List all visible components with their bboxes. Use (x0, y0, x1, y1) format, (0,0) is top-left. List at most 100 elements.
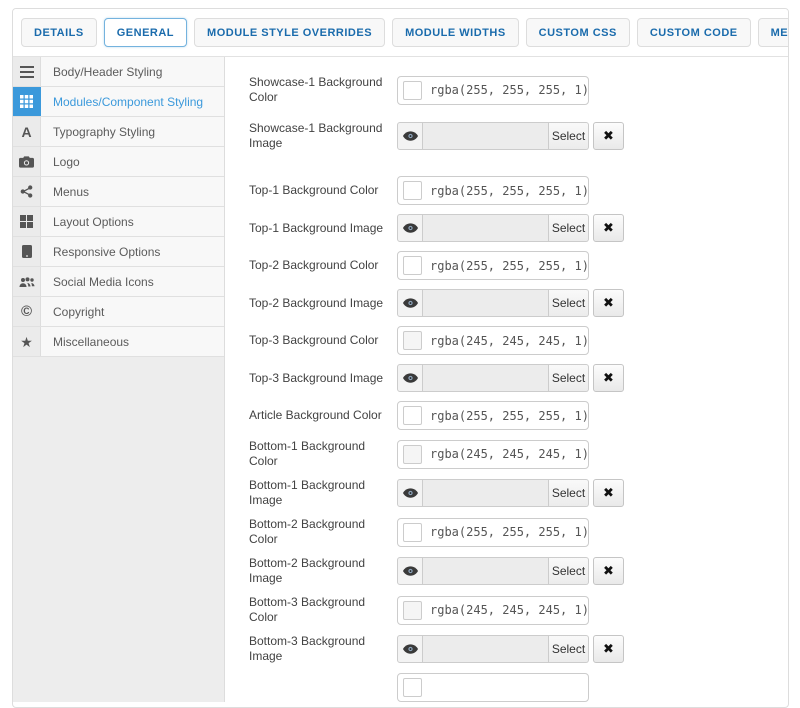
select-image-button[interactable]: Select (549, 289, 589, 317)
image-path-field[interactable] (423, 635, 549, 663)
image-path-field[interactable] (423, 122, 549, 150)
sidebar-item-typography-styling[interactable]: ATypography Styling (13, 117, 224, 147)
image-path-field[interactable] (423, 557, 549, 585)
image-input-group: Select✖ (397, 557, 624, 585)
eye-icon[interactable] (397, 557, 423, 585)
color-value: rgba(245, 245, 245, 1) (430, 603, 589, 617)
setting-row-bottom-3-background-color: Bottom-3 Background Colorrgba(245, 245, … (249, 595, 770, 625)
sidebar-item-label: Layout Options (41, 207, 224, 236)
sidebar-item-copyright[interactable]: ©Copyright (13, 297, 224, 327)
select-image-button[interactable]: Select (549, 122, 589, 150)
select-image-button[interactable]: Select (549, 479, 589, 507)
sidebar-item-label: Modules/Component Styling (41, 87, 224, 116)
field-label: Top-3 Background Image (249, 371, 397, 386)
sidebar-item-miscellaneous[interactable]: ★Miscellaneous (13, 327, 224, 357)
setting-row-top-1-background-color: Top-1 Background Colorrgba(255, 255, 255… (249, 176, 770, 205)
eye-icon[interactable] (397, 214, 423, 242)
color-input[interactable]: rgba(255, 255, 255, 1) (397, 176, 589, 205)
setting-row-article-background-color: Article Background Colorrgba(255, 255, 2… (249, 401, 770, 430)
select-image-button[interactable]: Select (549, 364, 589, 392)
field-label: Top-2 Background Image (249, 296, 397, 311)
tab-custom-css[interactable]: CUSTOM CSS (526, 18, 630, 47)
tab-general[interactable]: GENERAL (104, 18, 187, 47)
field-label: Top-3 Background Color (249, 333, 397, 348)
setting-row-bottom-2-background-image: Bottom-2 Background ImageSelect✖ (249, 556, 770, 586)
eye-icon[interactable] (397, 289, 423, 317)
color-swatch (403, 181, 422, 200)
sidebar-item-menus[interactable]: Menus (13, 177, 224, 207)
tab-custom-code[interactable]: CUSTOM CODE (637, 18, 751, 47)
clear-icon[interactable]: ✖ (593, 289, 624, 317)
select-image-button[interactable]: Select (549, 635, 589, 663)
setting-row-showcase-1-background-image: Showcase-1 Background ImageSelect✖ (249, 121, 770, 151)
image-input-group: Select✖ (397, 635, 624, 663)
setting-row-bottom-2-background-color: Bottom-2 Background Colorrgba(255, 255, … (249, 517, 770, 547)
sidebar-item-responsive-options[interactable]: Responsive Options (13, 237, 224, 267)
template-options-panel: DETAILSGENERALMODULE STYLE OVERRIDESMODU… (12, 8, 789, 708)
field-label: Top-1 Background Image (249, 221, 397, 236)
sidebar-item-layout-options[interactable]: Layout Options (13, 207, 224, 237)
sidebar-item-label: Responsive Options (41, 237, 224, 266)
star-icon: ★ (13, 327, 41, 356)
sidebar-item-body-header-styling[interactable]: Body/Header Styling (13, 57, 224, 87)
sidebar-item-label: Social Media Icons (41, 267, 224, 296)
field-label: Top-2 Background Color (249, 258, 397, 273)
sidebar-item-label: Menus (41, 177, 224, 206)
sidebar-item-logo[interactable]: Logo (13, 147, 224, 177)
setting-row-top-3-background-color: Top-3 Background Color rgba(245, 245, 245… (249, 326, 770, 355)
select-image-button[interactable]: Select (549, 214, 589, 242)
eye-icon[interactable] (397, 364, 423, 392)
color-input[interactable]: rgba(255, 255, 255, 1) (397, 251, 589, 280)
clear-icon[interactable]: ✖ (593, 214, 624, 242)
image-input-group: Select✖ (397, 364, 624, 392)
image-input-group: Select✖ (397, 122, 624, 150)
color-swatch (403, 601, 422, 620)
clear-icon[interactable]: ✖ (593, 557, 624, 585)
clear-icon[interactable]: ✖ (593, 364, 624, 392)
field-label: Top-1 Background Color (249, 183, 397, 198)
th-large-icon (13, 207, 41, 236)
color-input[interactable]: rgba(245, 245, 245, 1) (397, 326, 589, 355)
settings-sidebar: Body/Header StylingModules/Component Sty… (13, 57, 225, 702)
tab-module-widths[interactable]: MODULE WIDTHS (392, 18, 519, 47)
tab-bar: DETAILSGENERALMODULE STYLE OVERRIDESMODU… (13, 9, 788, 57)
color-swatch (403, 445, 422, 464)
setting-row (249, 673, 770, 702)
eye-icon[interactable] (397, 635, 423, 663)
eye-icon[interactable] (397, 122, 423, 150)
color-swatch (403, 406, 422, 425)
sidebar-item-social-media-icons[interactable]: Social Media Icons (13, 267, 224, 297)
color-input[interactable]: rgba(245, 245, 245, 1) (397, 440, 589, 469)
sidebar-item-modules-component-styling[interactable]: Modules/Component Styling (13, 87, 224, 117)
clear-icon[interactable]: ✖ (593, 479, 624, 507)
color-input[interactable]: rgba(255, 255, 255, 1) (397, 518, 589, 547)
image-path-field[interactable] (423, 214, 549, 242)
color-input[interactable]: rgba(255, 255, 255, 1) (397, 76, 589, 105)
color-input[interactable] (397, 673, 589, 702)
color-value: rgba(245, 245, 245, 1) (430, 334, 589, 348)
image-path-field[interactable] (423, 479, 549, 507)
image-path-field[interactable] (423, 289, 549, 317)
typography-icon: A (13, 117, 41, 146)
clear-icon[interactable]: ✖ (593, 122, 624, 150)
color-input[interactable]: rgba(255, 255, 255, 1) (397, 401, 589, 430)
eye-icon[interactable] (397, 479, 423, 507)
color-input[interactable]: rgba(245, 245, 245, 1) (397, 596, 589, 625)
tab-details[interactable]: DETAILS (21, 18, 97, 47)
setting-row-top-1-background-image: Top-1 Background Image Select✖ (249, 214, 770, 242)
grid-icon (13, 87, 41, 116)
color-value: rgba(255, 255, 255, 1) (430, 409, 589, 423)
field-label: Bottom-3 Background Image (249, 634, 397, 664)
field-label: Showcase-1 Background Image (249, 121, 397, 151)
color-swatch (403, 81, 422, 100)
image-path-field[interactable] (423, 364, 549, 392)
color-swatch (403, 256, 422, 275)
tab-module-style-overrides[interactable]: MODULE STYLE OVERRIDES (194, 18, 385, 47)
color-value: rgba(245, 245, 245, 1) (430, 447, 589, 461)
tab-menu-assignment[interactable]: MENU ASSIGNMENT (758, 18, 789, 47)
bars-icon (13, 57, 41, 86)
select-image-button[interactable]: Select (549, 557, 589, 585)
clear-icon[interactable]: ✖ (593, 635, 624, 663)
sidebar-item-label: Copyright (41, 297, 224, 326)
field-label: Showcase-1 Background Color (249, 75, 397, 105)
